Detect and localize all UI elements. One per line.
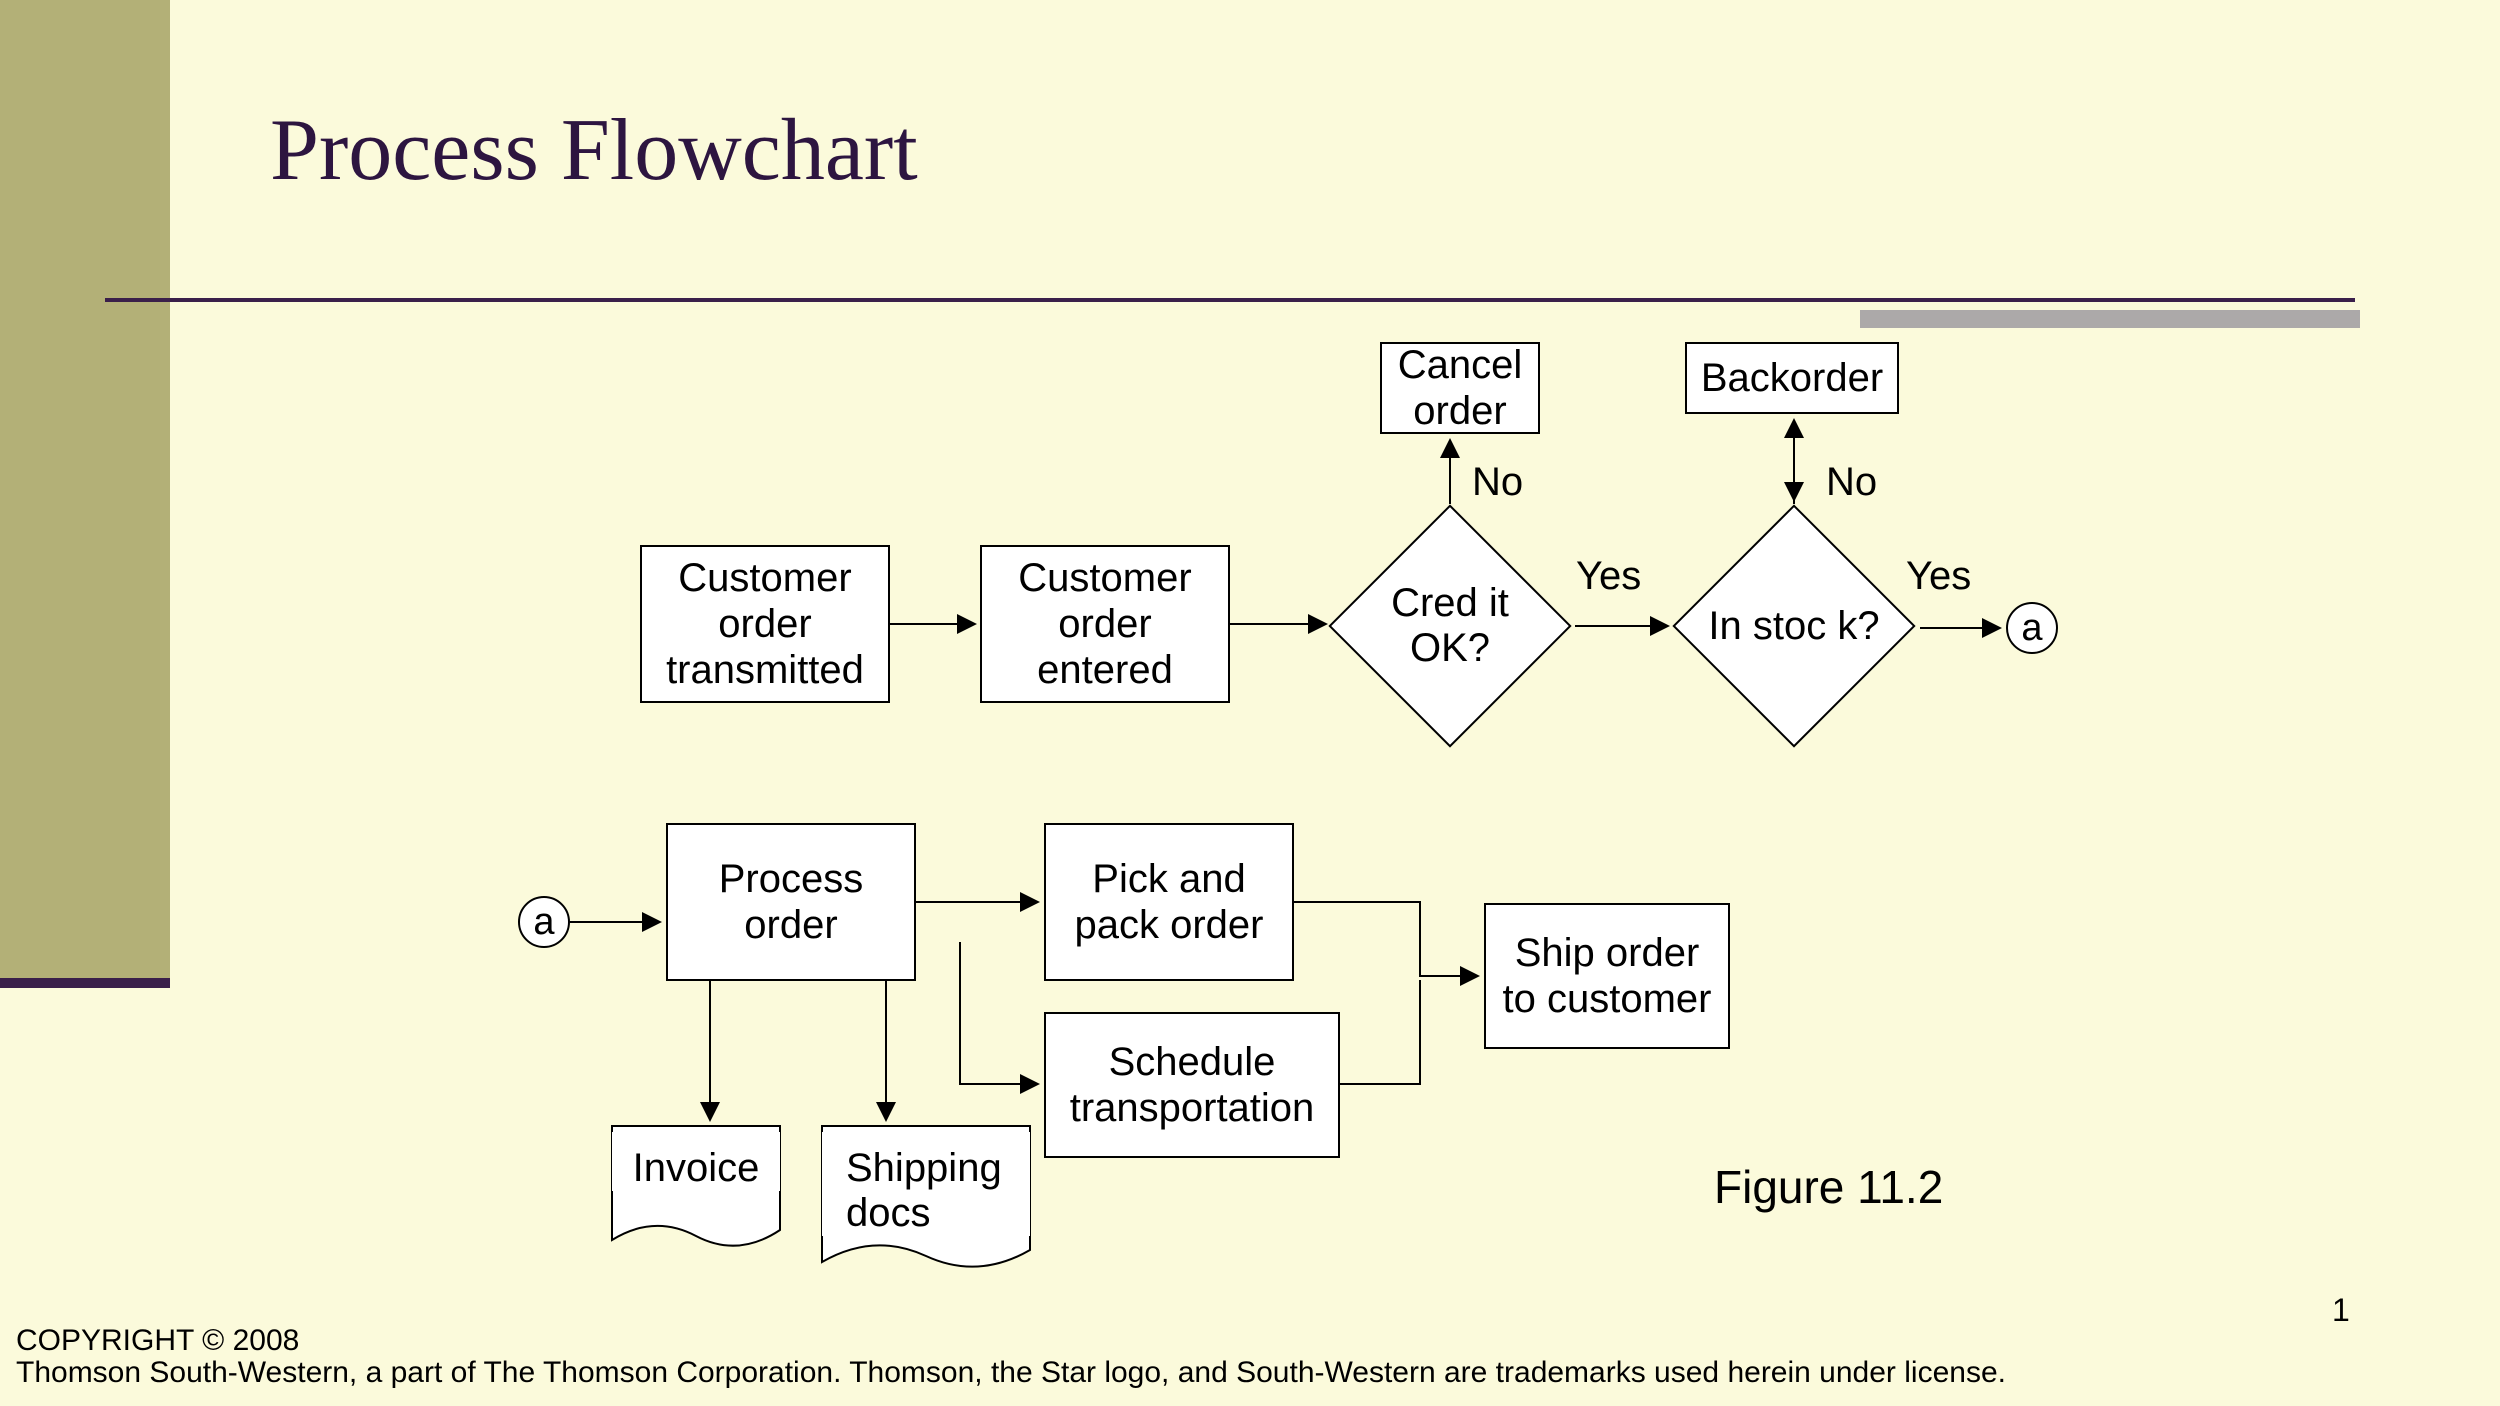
figure-label: Figure 11.2 <box>1714 1160 1943 1214</box>
node-backorder: Backorder <box>1685 342 1899 414</box>
edge-label-stock-no: No <box>1826 460 1877 505</box>
copyright-line1: COPYRIGHT © 2008 <box>16 1324 299 1359</box>
copyright-line2: Thomson South-Western, a part of The Tho… <box>16 1356 2006 1391</box>
edge-label-credit-no: No <box>1472 460 1523 505</box>
node-cancel-order: Cancel order <box>1380 342 1540 434</box>
connector-a-in: a <box>518 896 570 948</box>
node-invoice: Invoice <box>612 1132 780 1191</box>
node-in-stock: In stoc k? <box>1708 540 1880 712</box>
edge-label-stock-yes: Yes <box>1906 554 1971 599</box>
node-credit-ok: Cred it OK? <box>1364 540 1536 712</box>
edge-label-credit-yes: Yes <box>1576 554 1641 599</box>
page-number: 1 <box>2332 1292 2350 1329</box>
flowchart: Customer order transmitted Customer orde… <box>0 0 2500 1406</box>
connector-a-out: a <box>2006 602 2058 654</box>
node-pick-pack: Pick and pack order <box>1044 823 1294 981</box>
node-ship-order: Ship order to customer <box>1484 903 1730 1049</box>
node-shipping-docs: Shipping docs <box>822 1132 1030 1236</box>
flowchart-lines <box>0 0 2500 1406</box>
node-customer-order-entered: Customer order entered <box>980 545 1230 703</box>
node-schedule-transportation: Schedule transportation <box>1044 1012 1340 1158</box>
node-process-order: Process order <box>666 823 916 981</box>
node-customer-order-transmitted: Customer order transmitted <box>640 545 890 703</box>
